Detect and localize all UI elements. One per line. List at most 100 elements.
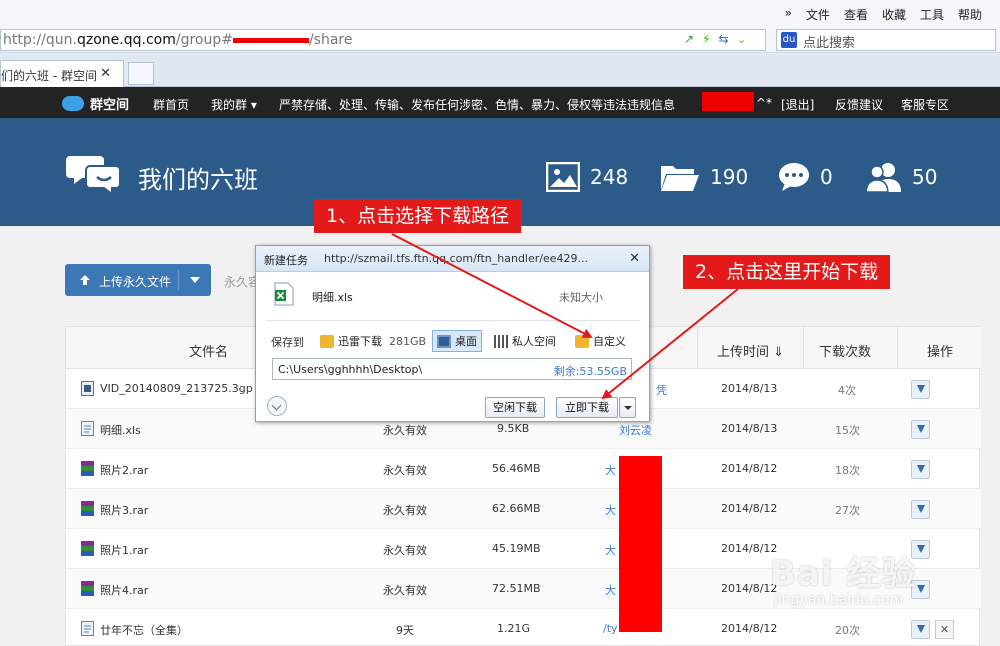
comment-stat[interactable]: 0: [778, 162, 833, 192]
folder-icon: [575, 334, 589, 348]
save-path-input[interactable]: C:\Users\gghhhh\Desktop\ 剩余:53.55GB: [272, 358, 632, 380]
option-xunlei[interactable]: 迅雷下载 281GB: [316, 330, 430, 352]
baidu-watermark: Bai 经验 jingyan.baidu.com: [770, 546, 990, 646]
header-upload-time[interactable]: 上传时间 ⇓: [717, 341, 784, 360]
option-desktop[interactable]: 桌面: [432, 330, 482, 352]
refresh-icon[interactable]: ⇆: [719, 32, 729, 46]
tab-strip: 们的六班 - 群空间 ✕: [0, 54, 1000, 87]
archive-file-icon: [81, 461, 94, 476]
members-icon: [866, 163, 901, 192]
site-logo[interactable]: 群空间: [62, 94, 129, 113]
photo-stat[interactable]: 248: [546, 162, 628, 192]
dialog-title-bar[interactable]: 新建任务 http://szmail.tfs.ftn.qq.com/ftn_ha…: [256, 246, 649, 272]
download-now-button[interactable]: 立即下载: [556, 397, 618, 418]
file-name[interactable]: 照片3.rar: [100, 502, 148, 518]
idle-download-button[interactable]: 空闲下载: [485, 397, 545, 418]
table-row[interactable]: 照片3.rar 永久有效 62.66MB 大 2014/8/12 27次: [66, 489, 981, 529]
header-divider: [897, 327, 898, 369]
option-custom[interactable]: 自定义: [571, 330, 630, 352]
folder-stat[interactable]: 190: [660, 162, 748, 192]
upload-dropdown-icon[interactable]: [190, 277, 200, 283]
search-placeholder: 点此搜索: [803, 36, 856, 51]
file-time: 2014/8/12: [721, 582, 778, 595]
nav-feedback[interactable]: 反馈建议: [835, 96, 883, 113]
archive-file-icon: [81, 541, 94, 556]
folder-icon: [661, 166, 699, 191]
file-name[interactable]: VID_20140809_213725.3gp: [100, 382, 253, 395]
address-bar[interactable]: http://qun.qzone.qq.com/group# /share: [0, 29, 766, 51]
logo-text: 群空间: [90, 98, 130, 113]
file-uploader[interactable]: /ty: [603, 622, 618, 635]
tab-title: 们的六班 - 群空间: [1, 69, 97, 83]
dialog-file-name: 明细.xls: [312, 291, 353, 304]
file-downloads: 27次: [835, 504, 860, 517]
file-time: 2014/8/12: [721, 462, 778, 475]
nav-my-groups[interactable]: 我的群 ▾: [211, 96, 257, 113]
group-name: 我们的六班: [138, 166, 258, 194]
video-file-icon: [81, 381, 94, 396]
expand-options-icon[interactable]: [267, 396, 287, 416]
header-divider: [803, 327, 804, 369]
header-downloads[interactable]: 下载次数: [819, 341, 871, 360]
dialog-close-icon[interactable]: ✕: [629, 251, 640, 266]
upload-permanent-file-button[interactable]: 上传永久文件: [65, 264, 211, 296]
browser-tab-active[interactable]: 们的六班 - 群空间 ✕: [0, 60, 124, 87]
header-filename[interactable]: 文件名: [189, 341, 228, 360]
menu-tools[interactable]: 工具: [920, 6, 944, 23]
download-icon[interactable]: [911, 460, 930, 479]
menu-view[interactable]: 查看: [844, 6, 868, 23]
file-time: 2014/8/12: [721, 502, 778, 515]
menu-favorites[interactable]: 收藏: [882, 6, 906, 23]
nav-logout[interactable]: [退出]: [781, 96, 814, 113]
file-validity: 永久有效: [383, 504, 427, 517]
new-tab-button[interactable]: [128, 62, 154, 85]
file-uploader[interactable]: 凭: [656, 382, 667, 398]
menu-help[interactable]: 帮助: [958, 6, 982, 23]
file-uploader[interactable]: 大: [605, 462, 616, 478]
lightning-icon[interactable]: ⚡: [702, 32, 710, 46]
member-count: 50: [912, 165, 938, 189]
photo-count: 248: [590, 165, 629, 189]
url-domain: qzone.qq.com: [76, 32, 176, 48]
file-name[interactable]: 照片2.rar: [100, 462, 148, 478]
file-name[interactable]: 照片1.rar: [100, 542, 148, 558]
file-uploader[interactable]: 大: [605, 502, 616, 518]
option-private-label: 私人空间: [512, 335, 556, 348]
excel-file-icon: [274, 282, 294, 306]
tab-close-icon[interactable]: ✕: [100, 66, 111, 81]
url-suffix: /share: [308, 32, 353, 48]
file-uploader[interactable]: 大: [605, 582, 616, 598]
menu-file[interactable]: 文件: [806, 6, 830, 23]
download-icon[interactable]: [911, 500, 930, 519]
file-size: 72.51MB: [492, 582, 541, 595]
download-icon[interactable]: [911, 420, 930, 439]
member-stat[interactable]: 50: [866, 162, 937, 192]
nav-group-home[interactable]: 群首页: [153, 96, 189, 113]
file-name[interactable]: 照片4.rar: [100, 582, 148, 598]
document-file-icon: [81, 421, 94, 436]
option-private-space[interactable]: 私人空间: [490, 330, 560, 352]
redaction-mark: [232, 37, 309, 43]
dropdown-icon[interactable]: ⌄: [737, 32, 747, 46]
share-icon[interactable]: ↗: [684, 32, 694, 46]
dialog-file-size: 未知大小: [559, 291, 603, 304]
file-validity: 永久有效: [383, 424, 427, 437]
file-uploader[interactable]: 刘云凌: [619, 422, 652, 438]
upload-label: 上传永久文件: [99, 275, 172, 289]
callout-step-2: 2、点击这里开始下载: [683, 255, 891, 289]
table-row[interactable]: 照片2.rar 永久有效 56.46MB 大 2014/8/12 18次: [66, 449, 981, 489]
folder-icon: [320, 334, 334, 348]
menu-overflow[interactable]: »: [785, 6, 792, 23]
document-file-icon: [81, 621, 94, 636]
save-path-value: C:\Users\gghhhh\Desktop\: [278, 363, 423, 376]
download-options-dropdown[interactable]: [619, 397, 636, 418]
download-icon[interactable]: [911, 380, 930, 399]
browser-search-input[interactable]: du 点此搜索: [776, 29, 996, 51]
header-operations: 操作: [927, 345, 954, 360]
save-to-label: 保存到: [271, 336, 304, 349]
file-uploader[interactable]: 大: [605, 542, 616, 558]
file-name[interactable]: 廿年不忘（全集）: [100, 622, 188, 638]
nav-service[interactable]: 客服专区: [901, 96, 949, 113]
file-name[interactable]: 明细.xls: [100, 422, 141, 438]
file-validity: 永久有效: [383, 544, 427, 557]
